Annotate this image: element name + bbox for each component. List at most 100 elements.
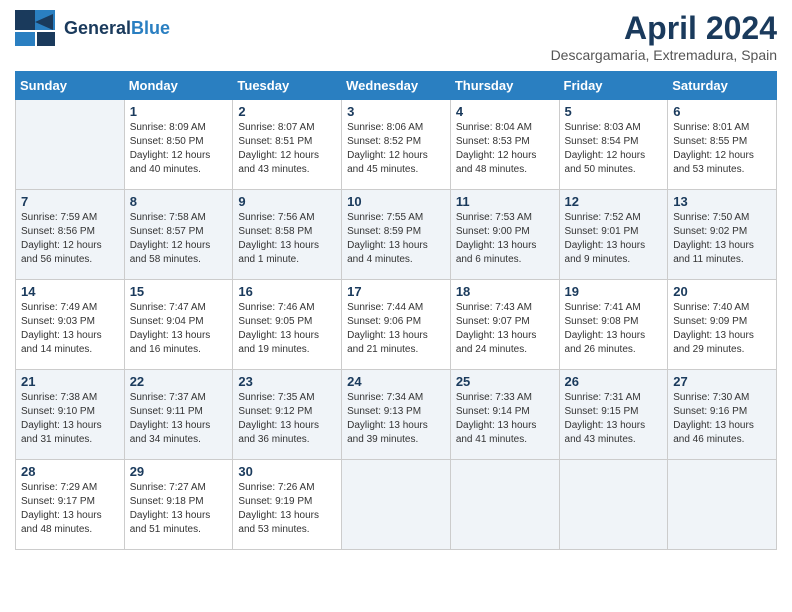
column-header-tuesday: Tuesday (233, 72, 342, 100)
day-number: 21 (21, 374, 119, 389)
calendar-day: 27 Sunrise: 7:30 AMSunset: 9:16 PMDayligh… (668, 370, 777, 460)
calendar-day: 5 Sunrise: 8:03 AMSunset: 8:54 PMDaylight… (559, 100, 668, 190)
day-info: Sunrise: 7:43 AMSunset: 9:07 PMDaylight:… (456, 301, 554, 357)
day-info: Sunrise: 7:59 AMSunset: 8:56 PMDaylight:… (21, 211, 119, 267)
day-info: Sunrise: 7:37 AMSunset: 9:11 PMDaylight:… (130, 391, 228, 447)
column-header-thursday: Thursday (450, 72, 559, 100)
logo-icon (15, 10, 60, 46)
calendar-day (342, 460, 451, 550)
day-number: 9 (238, 194, 336, 209)
calendar-day: 23Sunrise: 7:35 AMSunset: 9:12 PMDayligh… (233, 370, 342, 460)
calendar-day: 18 Sunrise: 7:43 AMSunset: 9:07 PMDayligh… (450, 280, 559, 370)
page-header: General Blue April 2024 Descargamaria, E… (15, 10, 777, 63)
day-info: Sunrise: 8:01 AMSunset: 8:55 PMDaylight:… (673, 121, 771, 177)
calendar-day: 14 Sunrise: 7:49 AMSunset: 9:03 PMDayligh… (16, 280, 125, 370)
day-number: 12 (565, 194, 663, 209)
day-number: 28 (21, 464, 119, 479)
day-info: Sunrise: 7:55 AMSunset: 8:59 PMDaylight:… (347, 211, 445, 267)
day-info: Sunrise: 8:06 AMSunset: 8:52 PMDaylight:… (347, 121, 445, 177)
day-number: 15 (130, 284, 228, 299)
calendar-day: 1Sunrise: 8:09 AMSunset: 8:50 PMDaylight… (124, 100, 233, 190)
calendar-day (16, 100, 125, 190)
calendar-day (450, 460, 559, 550)
calendar-day: 8 Sunrise: 7:58 AMSunset: 8:57 PMDaylight… (124, 190, 233, 280)
day-info: Sunrise: 7:34 AMSunset: 9:13 PMDaylight:… (347, 391, 445, 447)
day-info: Sunrise: 7:53 AMSunset: 9:00 PMDaylight:… (456, 211, 554, 267)
calendar-day: 15Sunrise: 7:47 AMSunset: 9:04 PMDayligh… (124, 280, 233, 370)
day-number: 4 (456, 104, 554, 119)
calendar-day: 12Sunrise: 7:52 AMSunset: 9:01 PMDayligh… (559, 190, 668, 280)
day-info: Sunrise: 7:38 AMSunset: 9:10 PMDaylight:… (21, 391, 119, 447)
day-info: Sunrise: 8:09 AMSunset: 8:50 PMDaylight:… (130, 121, 228, 177)
day-info: Sunrise: 7:58 AMSunset: 8:57 PMDaylight:… (130, 211, 228, 267)
calendar-day: 2 Sunrise: 8:07 AMSunset: 8:51 PMDaylight… (233, 100, 342, 190)
day-info: Sunrise: 8:04 AMSunset: 8:53 PMDaylight:… (456, 121, 554, 177)
calendar-day: 19Sunrise: 7:41 AMSunset: 9:08 PMDayligh… (559, 280, 668, 370)
day-number: 20 (673, 284, 771, 299)
day-info: Sunrise: 7:27 AMSunset: 9:18 PMDaylight:… (130, 481, 228, 537)
day-number: 22 (130, 374, 228, 389)
day-number: 11 (456, 194, 554, 209)
day-info: Sunrise: 7:46 AMSunset: 9:05 PMDaylight:… (238, 301, 336, 357)
day-number: 8 (130, 194, 228, 209)
day-number: 3 (347, 104, 445, 119)
day-number: 6 (673, 104, 771, 119)
day-info: Sunrise: 7:44 AMSunset: 9:06 PMDaylight:… (347, 301, 445, 357)
calendar-day: 9 Sunrise: 7:56 AMSunset: 8:58 PMDaylight… (233, 190, 342, 280)
logo: General Blue (15, 10, 170, 46)
day-number: 16 (238, 284, 336, 299)
day-number: 5 (565, 104, 663, 119)
calendar-day: 26Sunrise: 7:31 AMSunset: 9:15 PMDayligh… (559, 370, 668, 460)
calendar-day: 30Sunrise: 7:26 AMSunset: 9:19 PMDayligh… (233, 460, 342, 550)
calendar-day: 21 Sunrise: 7:38 AMSunset: 9:10 PMDayligh… (16, 370, 125, 460)
calendar-day: 3 Sunrise: 8:06 AMSunset: 8:52 PMDaylight… (342, 100, 451, 190)
column-header-saturday: Saturday (668, 72, 777, 100)
day-info: Sunrise: 7:33 AMSunset: 9:14 PMDaylight:… (456, 391, 554, 447)
calendar-week-3: 14 Sunrise: 7:49 AMSunset: 9:03 PMDayligh… (16, 280, 777, 370)
day-info: Sunrise: 7:30 AMSunset: 9:16 PMDaylight:… (673, 391, 771, 447)
calendar-day: 7 Sunrise: 7:59 AMSunset: 8:56 PMDaylight… (16, 190, 125, 280)
title-block: April 2024 Descargamaria, Extremadura, S… (551, 10, 777, 63)
calendar-day: 16 Sunrise: 7:46 AMSunset: 9:05 PMDayligh… (233, 280, 342, 370)
day-info: Sunrise: 7:40 AMSunset: 9:09 PMDaylight:… (673, 301, 771, 357)
calendar-week-4: 21 Sunrise: 7:38 AMSunset: 9:10 PMDayligh… (16, 370, 777, 460)
day-number: 26 (565, 374, 663, 389)
calendar-header-row: SundayMondayTuesdayWednesdayThursdayFrid… (16, 72, 777, 100)
calendar-day: 20 Sunrise: 7:40 AMSunset: 9:09 PMDayligh… (668, 280, 777, 370)
day-number: 10 (347, 194, 445, 209)
column-header-monday: Monday (124, 72, 233, 100)
day-info: Sunrise: 7:56 AMSunset: 8:58 PMDaylight:… (238, 211, 336, 267)
day-info: Sunrise: 7:49 AMSunset: 9:03 PMDaylight:… (21, 301, 119, 357)
calendar-day: 24 Sunrise: 7:34 AMSunset: 9:13 PMDayligh… (342, 370, 451, 460)
calendar-day: 6 Sunrise: 8:01 AMSunset: 8:55 PMDaylight… (668, 100, 777, 190)
column-header-sunday: Sunday (16, 72, 125, 100)
day-info: Sunrise: 7:50 AMSunset: 9:02 PMDaylight:… (673, 211, 771, 267)
calendar-day: 4 Sunrise: 8:04 AMSunset: 8:53 PMDaylight… (450, 100, 559, 190)
day-number: 24 (347, 374, 445, 389)
calendar-day: 13 Sunrise: 7:50 AMSunset: 9:02 PMDayligh… (668, 190, 777, 280)
day-info: Sunrise: 7:41 AMSunset: 9:08 PMDaylight:… (565, 301, 663, 357)
calendar-day: 22 Sunrise: 7:37 AMSunset: 9:11 PMDayligh… (124, 370, 233, 460)
calendar-day: 28 Sunrise: 7:29 AMSunset: 9:17 PMDayligh… (16, 460, 125, 550)
day-number: 23 (238, 374, 336, 389)
day-number: 14 (21, 284, 119, 299)
day-number: 18 (456, 284, 554, 299)
day-number: 2 (238, 104, 336, 119)
day-info: Sunrise: 7:26 AMSunset: 9:19 PMDaylight:… (238, 481, 336, 537)
column-header-friday: Friday (559, 72, 668, 100)
calendar-subtitle: Descargamaria, Extremadura, Spain (551, 47, 777, 63)
day-info: Sunrise: 8:07 AMSunset: 8:51 PMDaylight:… (238, 121, 336, 177)
calendar-day: 25Sunrise: 7:33 AMSunset: 9:14 PMDayligh… (450, 370, 559, 460)
day-number: 27 (673, 374, 771, 389)
calendar-day (668, 460, 777, 550)
column-header-wednesday: Wednesday (342, 72, 451, 100)
day-number: 29 (130, 464, 228, 479)
calendar-day: 10 Sunrise: 7:55 AMSunset: 8:59 PMDayligh… (342, 190, 451, 280)
day-info: Sunrise: 7:29 AMSunset: 9:17 PMDaylight:… (21, 481, 119, 537)
day-number: 7 (21, 194, 119, 209)
calendar-table: SundayMondayTuesdayWednesdayThursdayFrid… (15, 71, 777, 550)
day-number: 13 (673, 194, 771, 209)
logo-blue: Blue (131, 18, 170, 39)
calendar-day: 11 Sunrise: 7:53 AMSunset: 9:00 PMDayligh… (450, 190, 559, 280)
day-info: Sunrise: 8:03 AMSunset: 8:54 PMDaylight:… (565, 121, 663, 177)
